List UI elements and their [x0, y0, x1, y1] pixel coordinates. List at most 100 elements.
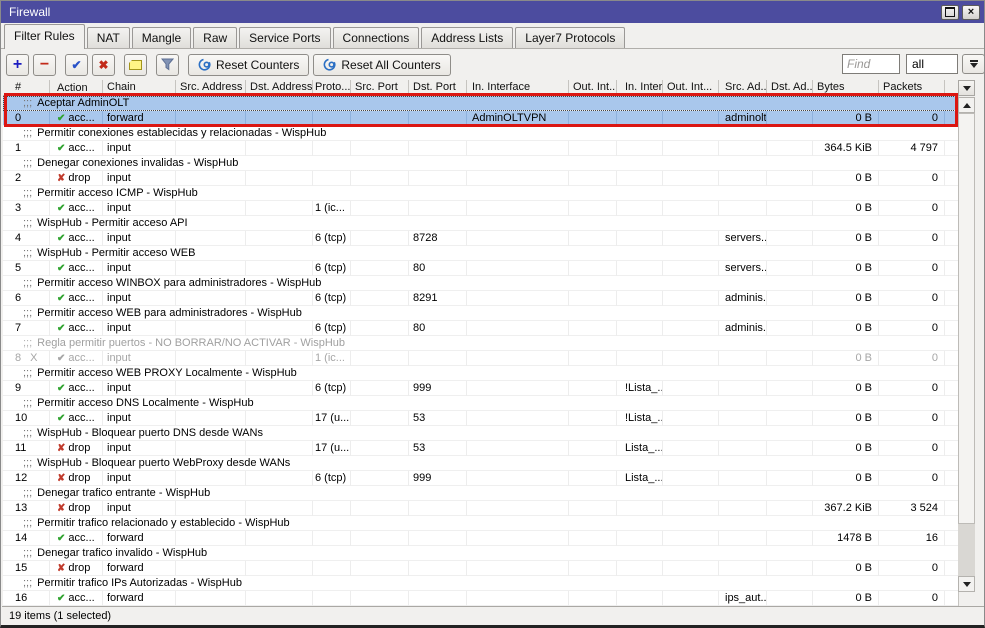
cell-in_iface [467, 201, 569, 216]
rule-row[interactable]: 10✔acc...input17 (u...53!Lista_...0 B0 [3, 411, 958, 426]
rule-row[interactable]: 2✘dropinput0 B0 [3, 171, 958, 186]
cell-in_iface [467, 291, 569, 306]
cell-src_list [719, 141, 767, 156]
cell-dst_port: 8728 [409, 231, 467, 246]
rule-row[interactable]: 12✘dropinput6 (tcp)999Lista_...0 B0 [3, 471, 958, 486]
comment-row[interactable]: ;;;Permitir acceso WEB para administrado… [3, 306, 958, 321]
comment-row[interactable]: ;;;Permitir acceso DNS Localmente - Wisp… [3, 396, 958, 411]
comment-row[interactable]: ;;;Permitir acceso WEB PROXY Localmente … [3, 366, 958, 381]
rule-row[interactable]: 1✔acc...input364.5 KiB4 797 [3, 141, 958, 156]
column-header-proto-[interactable]: Proto... [313, 80, 351, 95]
cell-chain: input [103, 411, 176, 426]
cell-packets: 0 [879, 411, 945, 426]
column-header-action[interactable]: Action [50, 80, 103, 95]
column-header-chain[interactable]: Chain [103, 80, 176, 95]
close-button[interactable]: × [962, 5, 980, 20]
scroll-down-button[interactable] [958, 576, 975, 592]
comment-row[interactable]: ;;;Permitir conexiones establecidas y re… [3, 126, 958, 141]
rule-row[interactable]: 15✘dropforward0 B0 [3, 561, 958, 576]
rule-row[interactable]: 4✔acc...input6 (tcp)8728servers...0 B0 [3, 231, 958, 246]
comment-row[interactable]: ;;;Permitir acceso WINBOX para administr… [3, 276, 958, 291]
filter-scope-select[interactable]: all [906, 54, 958, 74]
rule-row[interactable]: 7✔acc...input6 (tcp)80adminis...0 B0 [3, 321, 958, 336]
tab-nat[interactable]: NAT [87, 27, 130, 48]
comment-row[interactable]: ;;;Permitir trafico IPs Autorizadas - Wi… [3, 576, 958, 591]
rule-row[interactable]: 16✔acc...forwardips_aut...0 B0 [3, 591, 958, 606]
comment-row[interactable]: ;;;WispHub - Bloquear puerto WebProxy de… [3, 456, 958, 471]
rule-row[interactable]: 3✔acc...input1 (ic...0 B0 [3, 201, 958, 216]
rule-row[interactable]: 9✔acc...input6 (tcp)999!Lista_...0 B0 [3, 381, 958, 396]
comment-row[interactable]: ;;;WispHub - Permitir acceso API [3, 216, 958, 231]
reset-all-counters-button[interactable]: Reset All Counters [313, 54, 450, 76]
quick-find-dropdown-button[interactable] [962, 54, 985, 74]
comment-row[interactable]: ;;;WispHub - Bloquear puerto DNS desde W… [3, 426, 958, 441]
column-header-#[interactable]: # [3, 80, 50, 95]
comment-row[interactable]: ;;;Permitir acceso ICMP - WispHub [3, 186, 958, 201]
rule-row[interactable]: 14✔acc...forward1478 B16 [3, 531, 958, 546]
column-header-src-address[interactable]: Src. Address [176, 80, 246, 95]
add-rule-button[interactable]: + [6, 54, 29, 76]
column-header-dst-ad-[interactable]: Dst. Ad... [767, 80, 813, 95]
comment-row[interactable]: ;;;Aceptar AdminOLT [3, 96, 958, 111]
enable-rule-button[interactable]: ✔ [65, 54, 88, 76]
reset-counters-button[interactable]: Reset Counters [188, 54, 309, 76]
comment-row[interactable]: ;;;Denegar conexiones invalidas - WispHu… [3, 156, 958, 171]
column-header-src-ad-[interactable]: Src. Ad... [719, 80, 767, 95]
tab-service-ports[interactable]: Service Ports [239, 27, 330, 48]
cell-src_port [351, 411, 409, 426]
cell-src_list: servers... [719, 231, 767, 246]
rule-row[interactable]: 8X✔acc...input1 (ic...0 B0 [3, 351, 958, 366]
maximize-button[interactable] [941, 5, 959, 20]
column-header-in-interface[interactable]: In. Interface [467, 80, 569, 95]
column-menu-button[interactable] [958, 80, 975, 96]
tab-connections[interactable]: Connections [333, 27, 420, 48]
cell-proto [313, 531, 351, 546]
comment-text: Denegar trafico invalido - WispHub [37, 546, 207, 561]
column-header-out-int-[interactable]: Out. Int... [569, 80, 617, 95]
cell-in_iface [467, 411, 569, 426]
cell-src_list: adminis... [719, 321, 767, 336]
remove-rule-button[interactable]: − [33, 54, 56, 76]
filter-button[interactable] [156, 54, 179, 76]
comment-row[interactable]: ;;;Permitir trafico relacionado y establ… [3, 516, 958, 531]
cell-chain: input [103, 171, 176, 186]
comment-button[interactable] [124, 54, 147, 76]
tab-mangle[interactable]: Mangle [132, 27, 191, 48]
column-header-bytes[interactable]: Bytes [813, 80, 879, 95]
cell-num: 8X [3, 351, 50, 366]
rule-row[interactable]: 11✘dropinput17 (u...53Lista_...0 B0 [3, 441, 958, 456]
column-header-out-int-[interactable]: Out. Int... [663, 80, 719, 95]
column-header-dst-address[interactable]: Dst. Address [246, 80, 313, 95]
cell-proto: 6 (tcp) [313, 231, 351, 246]
cell-dst_addr [246, 321, 313, 336]
rule-row[interactable]: 0✔acc...forwardAdminOLTVPNadminolt0 B0 [3, 111, 958, 126]
rule-row[interactable]: 5✔acc...input6 (tcp)80servers...0 B0 [3, 261, 958, 276]
comment-row[interactable]: ;;;Regla permitir puertos - NO BORRAR/NO… [3, 336, 958, 351]
disable-rule-button[interactable]: ✖ [92, 54, 115, 76]
column-header-src-port[interactable]: Src. Port [351, 80, 409, 95]
tab-raw[interactable]: Raw [193, 27, 237, 48]
cell-dst_port [409, 201, 467, 216]
cell-dst_addr [246, 171, 313, 186]
tab-layer7-protocols[interactable]: Layer7 Protocols [515, 27, 625, 48]
scrollbar-thumb[interactable] [958, 113, 975, 524]
column-header-end[interactable] [945, 80, 958, 95]
cell-num: 7 [3, 321, 50, 336]
cell-in_list [617, 261, 663, 276]
cell-dst_addr [246, 561, 313, 576]
column-header-in-inter-[interactable]: In. Inter... [617, 80, 663, 95]
find-input[interactable] [842, 54, 900, 74]
tab-address-lists[interactable]: Address Lists [421, 27, 513, 48]
comment-row[interactable]: ;;;WispHub - Permitir acceso WEB [3, 246, 958, 261]
scroll-up-button[interactable] [958, 97, 975, 113]
column-header-packets[interactable]: Packets [879, 80, 945, 95]
comment-row[interactable]: ;;;Denegar trafico entrante - WispHub [3, 486, 958, 501]
accept-action-icon: ✔ [57, 264, 65, 274]
column-header-dst-port[interactable]: Dst. Port [409, 80, 467, 95]
tab-filter-rules[interactable]: Filter Rules [4, 24, 85, 49]
rule-row[interactable]: 13✘dropinput367.2 KiB3 524 [3, 501, 958, 516]
cell-out_list [663, 591, 719, 606]
check-icon: ✔ [71, 59, 81, 71]
comment-row[interactable]: ;;;Denegar trafico invalido - WispHub [3, 546, 958, 561]
rule-row[interactable]: 6✔acc...input6 (tcp)8291adminis...0 B0 [3, 291, 958, 306]
